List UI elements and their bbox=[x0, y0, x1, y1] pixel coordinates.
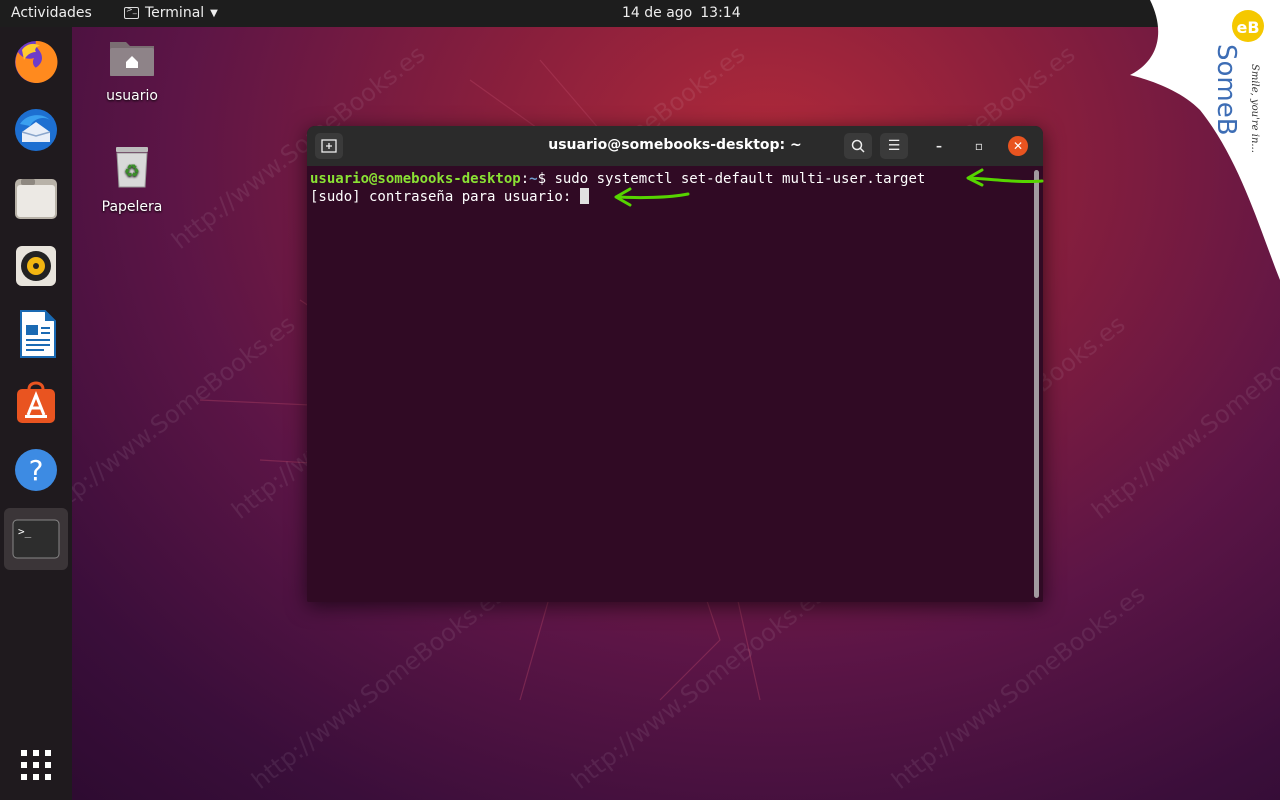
top-bar: Actividades Terminal ▼ 14 de ago 13:14 bbox=[0, 0, 1280, 27]
clock[interactable]: 14 de ago 13:14 bbox=[622, 5, 749, 21]
logo-tagline: Smile, you're in... bbox=[1249, 64, 1260, 153]
prompt-user: usuario@somebooks-desktop bbox=[310, 171, 521, 187]
svg-text:http://www.SomeBooks.es: http://www.SomeBooks.es bbox=[246, 580, 510, 795]
thunderbird-launcher[interactable] bbox=[10, 104, 62, 156]
svg-text:http://www.SomeBooks.es: http://www.SomeBooks.es bbox=[1086, 310, 1280, 525]
menu-button[interactable]: ☰ bbox=[880, 133, 908, 159]
sudo-password-prompt: [sudo] contraseña para usuario: bbox=[310, 189, 580, 205]
somebooks-corner-logo: eB SomeB Smile, you're in... bbox=[1130, 0, 1280, 280]
close-button[interactable]: ✕ bbox=[1008, 136, 1028, 156]
prompt-path: ~ bbox=[529, 171, 538, 187]
annotation-arrow-2 bbox=[614, 187, 690, 207]
home-folder-label: usuario bbox=[106, 88, 158, 104]
svg-text:http://www.SomeBooks.es: http://www.SomeBooks.es bbox=[886, 580, 1150, 795]
date-label: 14 de ago bbox=[622, 5, 693, 21]
hamburger-icon: ☰ bbox=[887, 138, 901, 154]
desktop-home-folder[interactable]: usuario bbox=[87, 36, 177, 104]
prompt-separator: : bbox=[520, 171, 530, 187]
svg-text:>_: >_ bbox=[18, 525, 32, 538]
show-applications-button[interactable] bbox=[10, 739, 62, 791]
search-icon bbox=[851, 139, 865, 153]
app-menu-label: Terminal bbox=[145, 5, 205, 21]
thunderbird-icon bbox=[15, 109, 57, 151]
caret-down-icon: ▼ bbox=[210, 7, 218, 19]
activities-button[interactable]: Actividades bbox=[11, 5, 92, 21]
writer-icon bbox=[20, 310, 56, 358]
home-folder-icon bbox=[110, 42, 154, 76]
close-icon: ✕ bbox=[1012, 139, 1024, 153]
terminal-small-icon bbox=[124, 5, 139, 19]
logo-letter: eB bbox=[1236, 18, 1259, 37]
firefox-launcher[interactable] bbox=[10, 36, 62, 88]
terminal-scrollbar[interactable] bbox=[1034, 170, 1039, 598]
svg-text:http://www.SomeBooks.es: http://www.SomeBooks.es bbox=[36, 310, 300, 525]
rhythmbox-launcher[interactable] bbox=[10, 240, 62, 292]
svg-text:♻: ♻ bbox=[124, 161, 140, 182]
rhythmbox-icon bbox=[16, 246, 56, 286]
maximize-button[interactable]: ▫ bbox=[969, 136, 989, 156]
terminal-icon: >_ bbox=[12, 519, 60, 559]
search-button[interactable] bbox=[844, 133, 872, 159]
trash-label: Papelera bbox=[101, 199, 163, 215]
maximize-icon: ▫ bbox=[974, 139, 984, 153]
help-launcher[interactable]: ? bbox=[10, 444, 62, 496]
files-launcher[interactable] bbox=[10, 172, 62, 224]
time-label: 13:14 bbox=[700, 5, 741, 21]
writer-launcher[interactable] bbox=[10, 308, 62, 360]
annotation-arrow-1 bbox=[966, 168, 1044, 187]
trash-icon: ♻ bbox=[116, 147, 148, 188]
firefox-icon bbox=[15, 40, 58, 83]
text-cursor bbox=[579, 188, 589, 204]
software-launcher[interactable] bbox=[10, 376, 62, 428]
logo-text: SomeB bbox=[1211, 44, 1241, 136]
svg-text:?: ? bbox=[29, 454, 44, 487]
software-icon bbox=[17, 381, 55, 423]
files-icon bbox=[15, 179, 57, 219]
terminal-launcher[interactable]: >_ bbox=[4, 508, 68, 570]
dock: ? >_ bbox=[0, 27, 72, 800]
app-menu[interactable]: Terminal ▼ bbox=[124, 5, 218, 21]
terminal-headerbar[interactable]: usuario@somebooks-desktop: ~ ☰ – ▫ ✕ bbox=[307, 126, 1043, 166]
terminal-output[interactable]: usuario@somebooks-desktop:~$ sudo system… bbox=[307, 166, 1043, 602]
svg-text:http://www.SomeBooks.es: http://www.SomeBooks.es bbox=[566, 580, 830, 795]
show-applications-icon bbox=[21, 750, 51, 780]
help-icon: ? bbox=[15, 449, 57, 491]
command-text: $ sudo systemctl set-default multi-user.… bbox=[537, 171, 926, 187]
desktop-trash[interactable]: ♻ Papelera bbox=[87, 145, 177, 215]
minimize-icon: – bbox=[936, 139, 942, 153]
minimize-button[interactable]: – bbox=[929, 136, 949, 156]
